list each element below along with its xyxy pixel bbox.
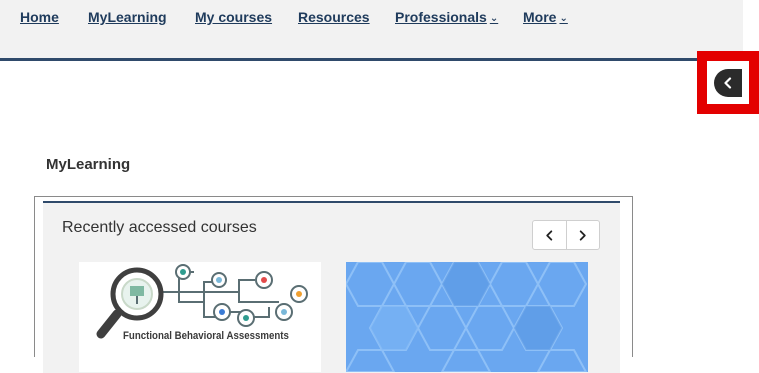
nav-resources-link[interactable]: Resources (298, 9, 370, 25)
course-pager (532, 220, 600, 250)
previous-button[interactable] (533, 221, 566, 249)
chevron-left-icon (724, 77, 732, 89)
nav-mylearning-link[interactable]: MyLearning (88, 9, 167, 25)
nav-more-menu[interactable]: More ⌄ (523, 9, 568, 25)
chevron-down-icon: ⌄ (489, 13, 499, 24)
course-image-fba (96, 264, 308, 339)
nav-home-link[interactable]: Home (20, 9, 59, 25)
recent-courses-title: Recently accessed courses (62, 219, 257, 236)
top-navigation: Home MyLearning My courses Resources Pro… (0, 0, 743, 61)
chevron-left-icon (546, 229, 552, 241)
chevron-right-icon (580, 229, 586, 241)
section-heading: MyLearning (46, 156, 131, 173)
drawer-toggle-area (707, 61, 749, 104)
course-image-caption: Functional Behavioral Assessments (123, 330, 289, 342)
next-button[interactable] (565, 221, 600, 249)
hexagon-pattern-image (346, 262, 588, 372)
nav-professionals-menu[interactable]: Professionals ⌄ (395, 9, 498, 25)
chevron-down-icon: ⌄ (559, 13, 568, 24)
course-card-2[interactable] (346, 262, 588, 372)
nav-professionals-label: Professionals (395, 9, 487, 25)
nav-more-label: More (523, 9, 557, 25)
drawer-toggle-highlight (697, 51, 759, 114)
recent-courses-block: Recently accessed courses Functional Beh… (34, 196, 633, 373)
recent-courses-panel: Recently accessed courses Functional Beh… (43, 201, 620, 373)
course-card-fba[interactable]: Functional Behavioral Assessments (79, 262, 321, 372)
open-drawer-button[interactable] (714, 69, 742, 97)
nav-my-courses-link[interactable]: My courses (195, 9, 272, 25)
